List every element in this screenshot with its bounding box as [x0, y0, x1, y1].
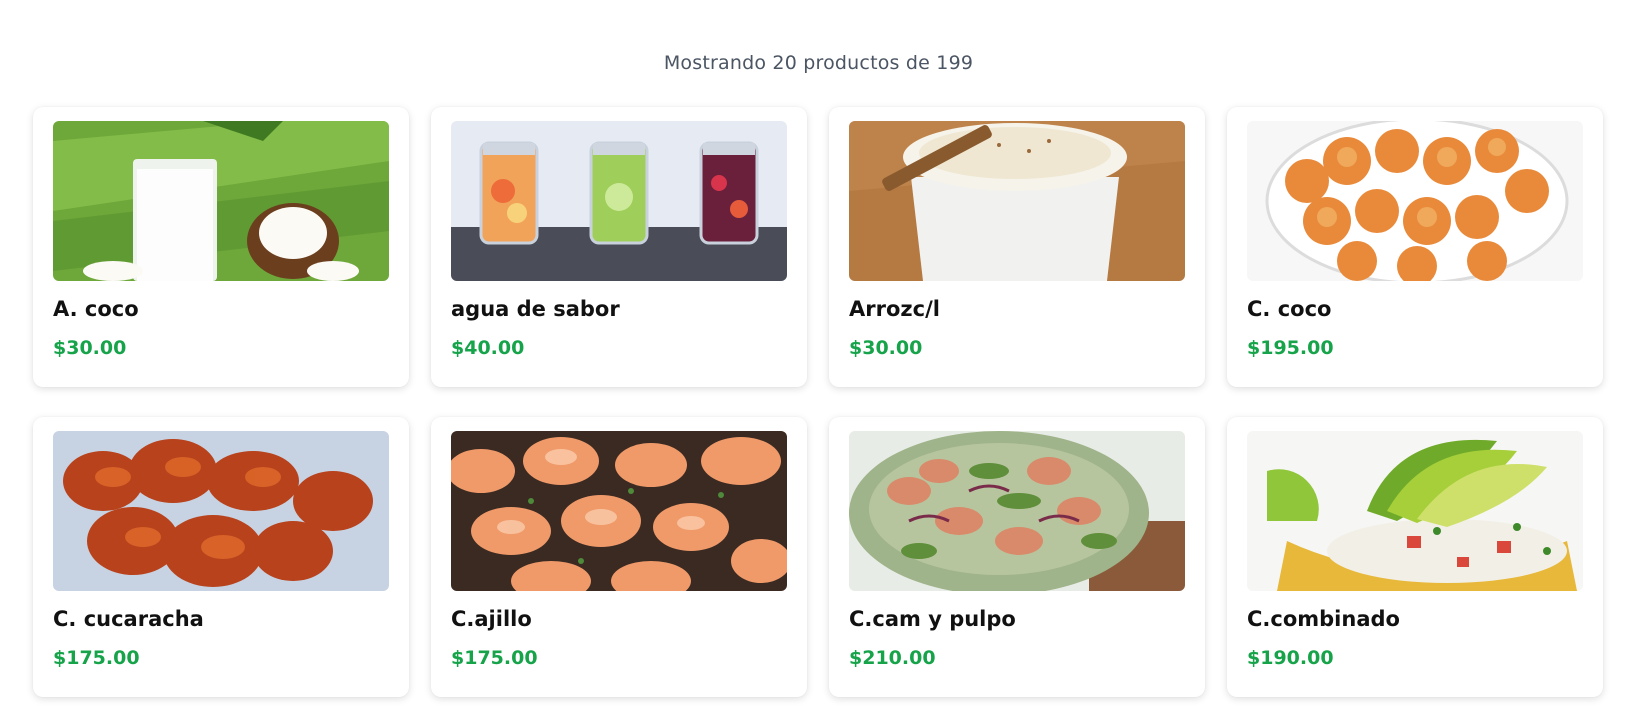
product-card[interactable]: C.combinado $190.00: [1227, 417, 1603, 697]
product-price: $195.00: [1247, 337, 1334, 359]
coconut-water-image: [53, 121, 389, 281]
product-card[interactable]: C.cam y pulpo $210.00: [829, 417, 1205, 697]
product-price: $190.00: [1247, 647, 1334, 669]
product-name: Arrozc/l: [849, 297, 940, 321]
product-price: $30.00: [53, 337, 127, 359]
products-summary: Mostrando 20 productos de 199: [663, 52, 974, 74]
product-grid: A. coco $30.00 agua de sabor $40.00 Arro…: [33, 107, 1606, 697]
product-card[interactable]: agua de sabor $40.00: [431, 107, 807, 387]
product-price: $175.00: [451, 647, 538, 669]
cucaracha-shrimp-image: [53, 431, 389, 591]
product-image: [451, 121, 787, 281]
shrimp-octopus-cocktail-image: [849, 431, 1185, 591]
product-image: [1247, 431, 1583, 591]
product-name: C.combinado: [1247, 607, 1400, 631]
product-image: [849, 121, 1185, 281]
product-image: [53, 431, 389, 591]
product-price: $40.00: [451, 337, 525, 359]
product-price: $175.00: [53, 647, 140, 669]
combined-ceviche-tostada-image: [1247, 431, 1583, 591]
product-card[interactable]: C. coco $195.00: [1227, 107, 1603, 387]
product-name: agua de sabor: [451, 297, 620, 321]
product-image: [1247, 121, 1583, 281]
rice-pudding-image: [849, 121, 1185, 281]
product-card[interactable]: C.ajillo $175.00: [431, 417, 807, 697]
coconut-shrimp-image: [1247, 121, 1583, 281]
product-name: C. coco: [1247, 297, 1332, 321]
product-image: [849, 431, 1185, 591]
product-image: [53, 121, 389, 281]
product-card[interactable]: A. coco $30.00: [33, 107, 409, 387]
product-name: C.ajillo: [451, 607, 532, 631]
product-card[interactable]: Arrozc/l $30.00: [829, 107, 1205, 387]
garlic-shrimp-image: [451, 431, 787, 591]
product-name: C.cam y pulpo: [849, 607, 1016, 631]
flavored-water-jars-image: [451, 121, 787, 281]
product-card[interactable]: C. cucaracha $175.00: [33, 417, 409, 697]
product-image: [451, 431, 787, 591]
product-price: $210.00: [849, 647, 936, 669]
product-name: A. coco: [53, 297, 139, 321]
product-price: $30.00: [849, 337, 923, 359]
product-name: C. cucaracha: [53, 607, 204, 631]
